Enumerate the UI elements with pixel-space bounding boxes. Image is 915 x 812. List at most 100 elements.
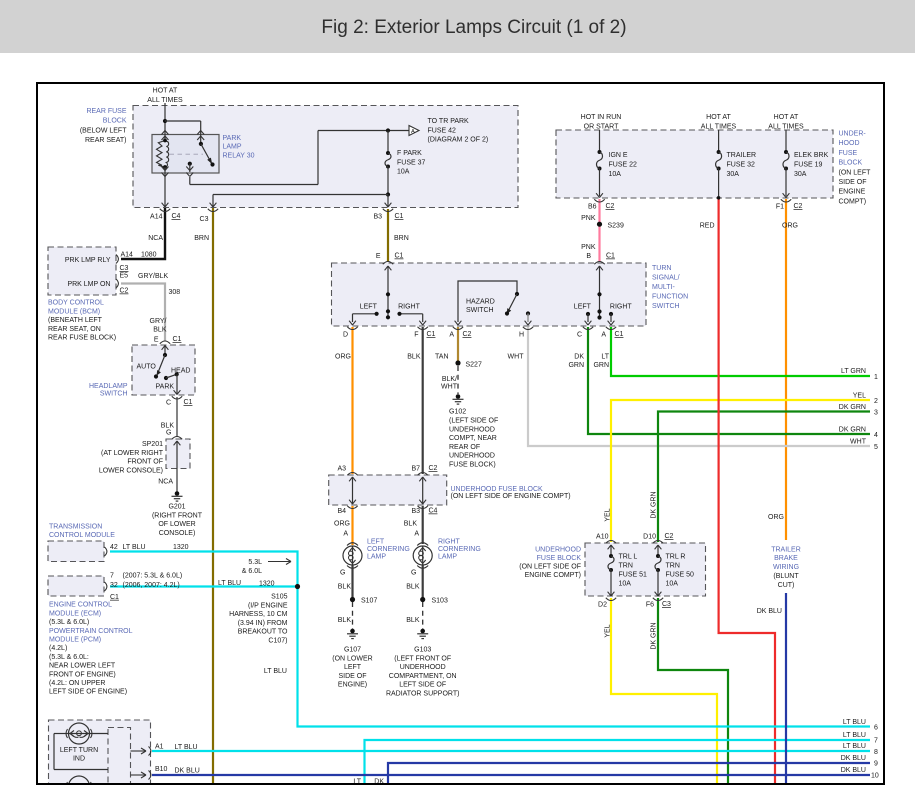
svg-text:C1: C1: [395, 253, 404, 260]
svg-text:CORNERING: CORNERING: [438, 546, 481, 553]
svg-text:DK BLU: DK BLU: [175, 768, 200, 775]
svg-text:A3: A3: [337, 466, 346, 473]
svg-text:FUSE 51: FUSE 51: [619, 572, 648, 579]
svg-text:ORG: ORG: [768, 514, 784, 521]
svg-text:UNDERHOOD: UNDERHOOD: [449, 453, 495, 460]
svg-text:(LEFT FRONT OF: (LEFT FRONT OF: [394, 655, 451, 662]
svg-text:30A: 30A: [794, 171, 807, 178]
svg-text:10A: 10A: [397, 169, 410, 176]
svg-text:C1: C1: [184, 399, 193, 406]
svg-text:LEFT: LEFT: [360, 304, 378, 311]
svg-text:BLK: BLK: [407, 354, 421, 361]
svg-text:GRN: GRN: [593, 362, 609, 369]
svg-text:FUSE 37: FUSE 37: [397, 159, 426, 166]
svg-text:BLOCK: BLOCK: [103, 118, 127, 125]
svg-text:BRAKE: BRAKE: [774, 555, 798, 562]
svg-text:LEFT: LEFT: [574, 304, 592, 311]
svg-text:C3: C3: [662, 601, 671, 608]
svg-text:PRK LMP RLY: PRK LMP RLY: [65, 257, 111, 264]
svg-text:MODULE (ECM): MODULE (ECM): [49, 610, 101, 617]
svg-text:10A: 10A: [619, 581, 632, 588]
svg-text:1: 1: [874, 374, 878, 381]
svg-text:PRK LMP ON: PRK LMP ON: [67, 281, 110, 288]
svg-text:ENGINE: ENGINE: [839, 189, 866, 196]
svg-text:C3: C3: [200, 216, 209, 223]
svg-text:HOT AT: HOT AT: [774, 114, 799, 121]
svg-text:LEFT: LEFT: [367, 539, 385, 546]
svg-text:FUSE 19: FUSE 19: [794, 162, 823, 169]
svg-text:LT GRN: LT GRN: [841, 368, 866, 375]
svg-text:9: 9: [874, 760, 878, 767]
svg-text:FUSE 22: FUSE 22: [609, 162, 638, 169]
svg-text:DK BLU: DK BLU: [757, 608, 782, 615]
svg-text:A14: A14: [121, 252, 134, 259]
svg-text:LT BLU: LT BLU: [264, 668, 287, 675]
svg-text:DK GRN: DK GRN: [839, 427, 866, 434]
svg-text:YEL: YEL: [853, 392, 866, 399]
svg-text:B: B: [586, 253, 591, 260]
svg-text:CONTROL MODULE: CONTROL MODULE: [49, 532, 115, 539]
svg-text:5: 5: [874, 444, 878, 451]
svg-text:POWERTRAIN CONTROL: POWERTRAIN CONTROL: [49, 628, 133, 635]
svg-text:UNDERHOOD: UNDERHOOD: [400, 664, 446, 671]
svg-text:BRN: BRN: [194, 235, 209, 242]
svg-text:HOT AT: HOT AT: [153, 88, 178, 95]
svg-text:G: G: [340, 570, 345, 577]
svg-text:G102: G102: [449, 409, 466, 416]
svg-text:GRY/: GRY/: [150, 318, 167, 325]
svg-text:(BELOW LEFT: (BELOW LEFT: [80, 127, 127, 134]
svg-text:G: G: [166, 430, 171, 437]
svg-text:SIGNAL/: SIGNAL/: [652, 275, 680, 282]
svg-text:ALL TIMES: ALL TIMES: [768, 124, 804, 131]
svg-text:HOT AT: HOT AT: [706, 114, 731, 121]
svg-text:ENGINE CONTROL: ENGINE CONTROL: [49, 602, 112, 609]
svg-text:8: 8: [874, 749, 878, 756]
svg-text:LEFT SIDE OF: LEFT SIDE OF: [399, 682, 446, 689]
svg-text:(ON LOWER: (ON LOWER: [332, 655, 372, 662]
svg-text:(5.3L & 6.0L): (5.3L & 6.0L): [49, 619, 89, 626]
svg-text:(RIGHT FRONT: (RIGHT FRONT: [152, 512, 203, 519]
svg-text:F: F: [414, 332, 418, 339]
svg-text:TURN: TURN: [652, 265, 671, 272]
svg-text:ALL TIMES: ALL TIMES: [701, 124, 737, 131]
svg-text:TRL L: TRL L: [619, 554, 638, 561]
svg-text:UNDERHOOD: UNDERHOOD: [535, 547, 581, 554]
svg-text:1320: 1320: [259, 580, 275, 587]
svg-text:NCA: NCA: [158, 479, 173, 486]
svg-text:SIDE OF: SIDE OF: [839, 179, 867, 186]
svg-text:FRONT OF: FRONT OF: [127, 459, 163, 466]
svg-text:Fig 2: Exterior Lamps Circuit: Fig 2: Exterior Lamps Circuit (1 of 2): [321, 17, 626, 38]
svg-text:C: C: [166, 400, 171, 407]
svg-text:H: H: [519, 332, 524, 339]
svg-text:C2: C2: [665, 533, 674, 540]
svg-text:BLK: BLK: [406, 617, 420, 624]
svg-text:B3: B3: [411, 508, 420, 515]
svg-text:TRANSMISSION: TRANSMISSION: [49, 524, 102, 531]
svg-text:REAR FUSE BLOCK): REAR FUSE BLOCK): [48, 335, 116, 342]
svg-text:SWITCH: SWITCH: [100, 391, 128, 398]
svg-text:DK BLU: DK BLU: [841, 767, 866, 774]
svg-text:(AT LOWER RIGHT: (AT LOWER RIGHT: [101, 450, 164, 457]
svg-text:PNK: PNK: [581, 215, 596, 222]
svg-text:DK: DK: [574, 354, 584, 361]
svg-text:COMPARTMENT, ON: COMPARTMENT, ON: [389, 673, 457, 680]
svg-text:BREAKOUT TO: BREAKOUT TO: [238, 629, 288, 636]
svg-text:FUSE 50: FUSE 50: [666, 572, 695, 579]
svg-text:DK BLU: DK BLU: [841, 755, 866, 762]
svg-text:B4: B4: [337, 508, 346, 515]
svg-text:FUNCTION: FUNCTION: [652, 294, 688, 301]
svg-text:YEL: YEL: [605, 624, 612, 637]
svg-text:UNDER-: UNDER-: [839, 131, 867, 138]
svg-text:B3: B3: [373, 214, 382, 221]
svg-text:LT BLU: LT BLU: [843, 743, 866, 750]
svg-text:C2: C2: [120, 288, 129, 295]
svg-text:FUSE BLOCK): FUSE BLOCK): [449, 462, 496, 469]
svg-text:IGN E: IGN E: [609, 152, 628, 159]
svg-text:UNDERHOOD: UNDERHOOD: [449, 426, 495, 433]
svg-text:TO TR PARK: TO TR PARK: [428, 118, 470, 125]
svg-text:HOOD: HOOD: [839, 140, 860, 147]
svg-text:WHT: WHT: [508, 354, 525, 361]
svg-text:RIGHT: RIGHT: [610, 304, 633, 311]
svg-text:D2: D2: [598, 602, 607, 609]
svg-text:MODULE (PCM): MODULE (PCM): [49, 637, 101, 644]
